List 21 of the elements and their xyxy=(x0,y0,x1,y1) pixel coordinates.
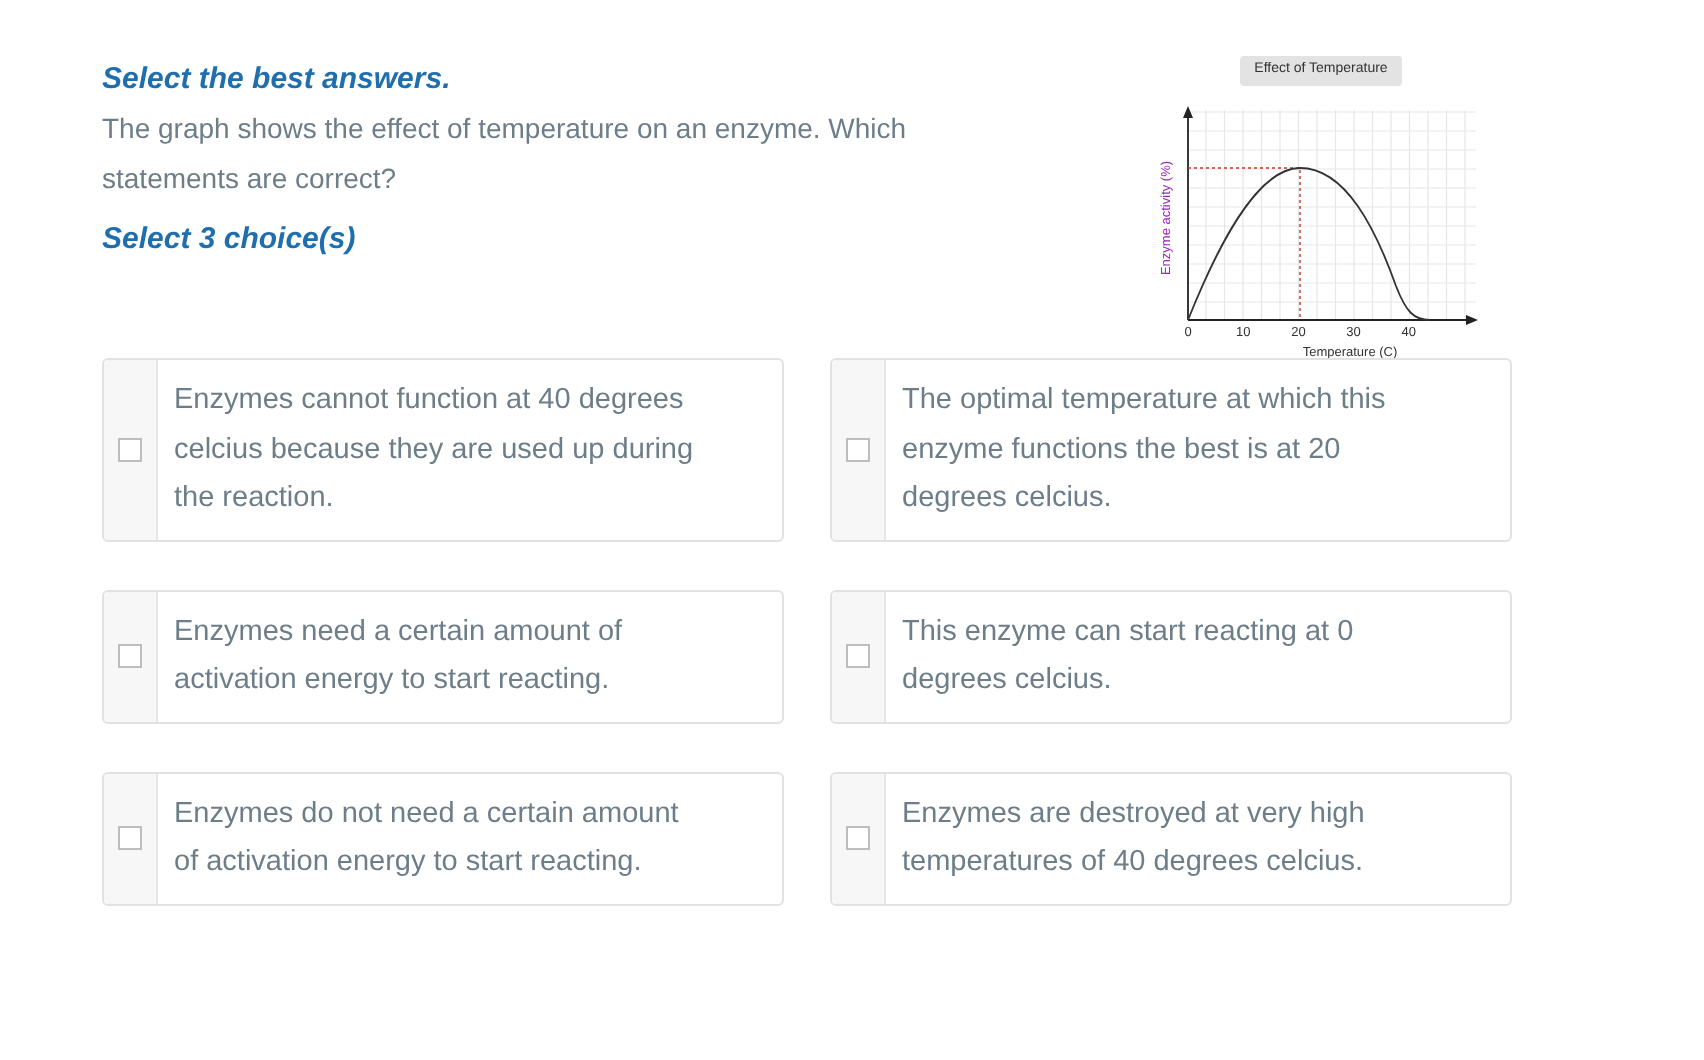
option-text: Enzymes cannot function at 40 degrees celcius because they are used up during the reaction. xyxy=(174,382,696,518)
question-text: The graph shows the effect of temperature on an enzyme. Which statements are correct? xyxy=(102,110,909,198)
answer-option[interactable]: This enzyme can start reacting at 0 degrees celcius. xyxy=(830,589,1512,723)
option-text: Enzymes need a certain amount of activation energy to start reacting. xyxy=(174,613,625,700)
checkbox[interactable] xyxy=(846,437,870,462)
instruction: Select the best answers. xyxy=(102,60,453,100)
checkbox[interactable] xyxy=(118,437,142,462)
option-text: The optimal temperature at which this enzyme functions the best is at 20 degrees celcius. xyxy=(902,382,1388,518)
choice-count: Select 3 choice(s) xyxy=(102,220,358,260)
option-text: Enzymes are destroyed at very high temperatures of 40 degrees celcius. xyxy=(902,795,1367,882)
answer-option[interactable]: Enzymes need a certain amount of activation energy to start reacting. xyxy=(102,589,784,723)
checkbox[interactable] xyxy=(118,644,142,668)
answer-option[interactable]: Enzymes are destroyed at very high temperatures of 40 degrees celcius. xyxy=(830,771,1512,905)
answer-option[interactable]: Enzymes cannot function at 40 degrees celcius because they are used up during the reaction. xyxy=(102,358,784,541)
option-text: Enzymes do not need a certain amount of activation energy to start reacting. xyxy=(174,795,681,882)
option-text: This enzyme can start reacting at 0 degrees celcius. xyxy=(902,613,1356,700)
answer-option[interactable]: Enzymes do not need a certain amount of activation energy to start reacting. xyxy=(102,771,784,905)
answer-option[interactable]: The optimal temperature at which this enzyme functions the best is at 20 degrees celcius. xyxy=(830,358,1512,541)
checkbox[interactable] xyxy=(118,826,142,850)
checkbox[interactable] xyxy=(846,644,870,668)
checkbox[interactable] xyxy=(846,826,870,850)
